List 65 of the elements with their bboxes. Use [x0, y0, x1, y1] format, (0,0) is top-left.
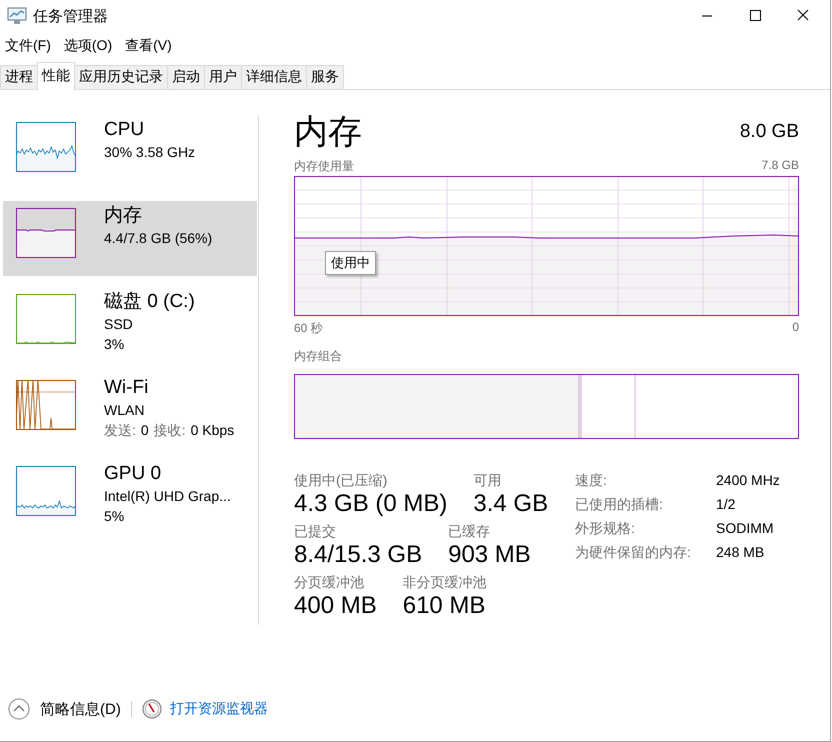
property-value: 1/2	[716, 495, 736, 514]
collapse-icon	[8, 698, 30, 720]
stat-label: 已提交	[294, 522, 337, 540]
sidebar-item[interactable]: GPU 0 Intel(R) UHD Grap... 5%	[3, 459, 257, 534]
window-title: 任务管理器	[33, 6, 108, 26]
property-value: 2400 MHz	[716, 471, 780, 490]
tab[interactable]: 详细信息	[241, 65, 307, 89]
tab[interactable]: 启动	[167, 65, 205, 89]
gauge-icon	[142, 699, 162, 719]
sidebar-item-detail: 30% 3.58 GHz	[104, 143, 196, 162]
stat-label: 分页缓冲池	[294, 573, 365, 591]
graph-max-label: 7.8 GB	[762, 158, 799, 174]
menu-item[interactable]: 查看(V)	[125, 37, 172, 55]
sidebar-item-title: GPU 0	[104, 462, 162, 486]
stat-value: 610 MB	[402, 591, 486, 621]
tab[interactable]: 进程	[0, 65, 38, 89]
receive-value: 0 Kbps	[190, 421, 234, 440]
property-label: 外形规格:	[575, 519, 636, 538]
graph-label: 内存组合	[294, 348, 343, 365]
stat-value: 8.4/15.3 GB	[294, 540, 422, 570]
tab[interactable]: 性能	[37, 62, 75, 90]
sidebar-item-title: Wi-Fi	[104, 376, 150, 400]
property-label: 已使用的插槽:	[575, 495, 664, 514]
stat-value: 903 MB	[448, 540, 531, 570]
resource-monitor-link[interactable]: 打开资源监视器	[170, 700, 268, 718]
sidebar-item-detail: WLAN	[104, 401, 146, 420]
sidebar-item[interactable]: 磁盘 0 (C:) SSD 3%	[3, 287, 257, 362]
monitor-icon	[7, 7, 27, 25]
time-axis-label: 0	[792, 320, 799, 336]
property-value: SODIMM	[716, 519, 775, 538]
send-value: 0	[140, 421, 149, 440]
memory-capacity: 8.0 GB	[740, 120, 799, 144]
stat-value: 3.4 GB	[473, 489, 548, 519]
sidebar-item[interactable]: 内存 4.4/7.8 GB (56%)	[3, 201, 257, 276]
receive-label: 接收:	[154, 421, 186, 440]
sidebar-item-detail: 5%	[104, 507, 126, 526]
section-title: 内存	[294, 112, 362, 152]
sidebar-item[interactable]: Wi-Fi WLAN 发送: 0 接收: 0 Kbps	[3, 373, 257, 448]
property-label: 速度:	[575, 471, 608, 490]
sidebar-item-detail: 3%	[104, 335, 126, 354]
menu-item[interactable]: 选项(O)	[64, 37, 112, 55]
sidebar-item[interactable]: CPU 30% 3.58 GHz	[3, 115, 257, 190]
graph-label: 内存使用量	[294, 158, 354, 175]
property-label: 为硬件保留的内存:	[575, 543, 692, 562]
sidebar-item-detail: 4.4/7.8 GB (56%)	[104, 229, 212, 248]
menu-item[interactable]: 文件(F)	[5, 37, 51, 55]
sidebar-item-detail: SSD	[104, 315, 134, 334]
tab[interactable]: 应用历史记录	[74, 65, 168, 89]
property-value: 248 MB	[716, 543, 766, 562]
sidebar-item-title: CPU	[104, 118, 146, 142]
time-axis-label: 60 秒	[294, 320, 323, 337]
fewer-details-button[interactable]: 简略信息(D)	[8, 698, 121, 720]
tab[interactable]: 服务	[306, 65, 344, 89]
tooltip: 使用中	[325, 251, 376, 275]
stat-value: 400 MB	[294, 591, 377, 621]
sidebar-item-detail: Intel(R) UHD Grap...	[104, 487, 231, 506]
stat-label: 已缓存	[448, 522, 492, 540]
stat-value: 4.3 GB (0 MB)	[294, 489, 448, 519]
stat-label: 可用	[473, 471, 502, 489]
send-label: 发送:	[104, 421, 136, 440]
tab[interactable]: 用户	[204, 65, 242, 89]
sidebar-item-title: 内存	[104, 204, 143, 228]
stat-label: 使用中(已压缩)	[294, 471, 388, 489]
sidebar-item-title: 磁盘 0 (C:)	[104, 290, 195, 314]
stat-label: 非分页缓冲池	[402, 573, 487, 591]
